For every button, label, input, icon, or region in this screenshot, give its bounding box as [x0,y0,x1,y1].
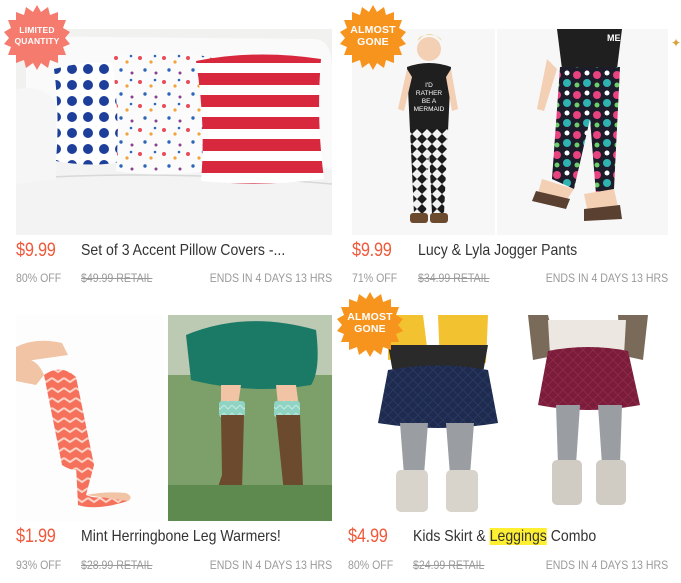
product-image-leg-warmers[interactable] [16,315,332,521]
svg-text:MERMAID: MERMAID [414,106,445,113]
discount-percent: 93% OFF [16,558,62,572]
price: $4.99 [348,526,388,547]
svg-text:I'D: I'D [425,82,433,89]
price: $9.99 [352,240,392,261]
retail-price: $28.99 RETAIL [81,558,153,572]
product-title[interactable]: Set of 3 Accent Pillow Covers -... [81,242,285,260]
almost-gone-badge: ALMOST GONE [337,291,403,357]
title-text-after: Combo [546,528,597,545]
svg-text:ME: ME [607,33,621,43]
badge-line-1: ALMOST [347,311,393,323]
price: $9.99 [16,240,56,261]
svg-text:RATHER: RATHER [416,90,443,97]
badge-line-2: GONE [354,323,386,335]
price: $1.99 [16,526,56,547]
almost-gone-badge: ALMOST GONE [340,4,406,70]
retail-price: $49.99 RETAIL [81,271,153,285]
svg-text:BE A: BE A [422,98,437,105]
retail-price: $24.99 RETAIL [413,558,485,572]
ends-in-timer: ENDS IN 4 DAYS 13 HRS [209,558,332,572]
limited-quantity-badge: LIMITED QUANTITY [4,4,70,70]
badge-line-1: LIMITED [19,25,55,35]
retail-price: $34.99 RETAIL [418,271,490,285]
ends-in-timer: ENDS IN 4 DAYS 13 HRS [545,558,668,572]
partial-star-icon: ✦ [670,36,681,50]
ends-in-timer: ENDS IN 4 DAYS 13 HRS [209,271,332,285]
discount-percent: 80% OFF [16,271,62,285]
search-highlight: Leggings [489,528,547,545]
title-text-before: Kids Skirt & [413,528,490,545]
discount-percent: 80% OFF [348,558,394,572]
product-title[interactable]: Lucy & Lyla Jogger Pants [418,242,577,260]
badge-line-1: ALMOST [350,24,396,36]
badge-line-2: QUANTITY [14,36,60,46]
discount-percent: 71% OFF [352,271,398,285]
product-title[interactable]: Mint Herringbone Leg Warmers! [81,528,281,546]
product-title[interactable]: Kids Skirt & Leggings Combo [413,528,596,546]
badge-line-2: GONE [357,36,389,48]
ends-in-timer: ENDS IN 4 DAYS 13 HRS [545,271,668,285]
